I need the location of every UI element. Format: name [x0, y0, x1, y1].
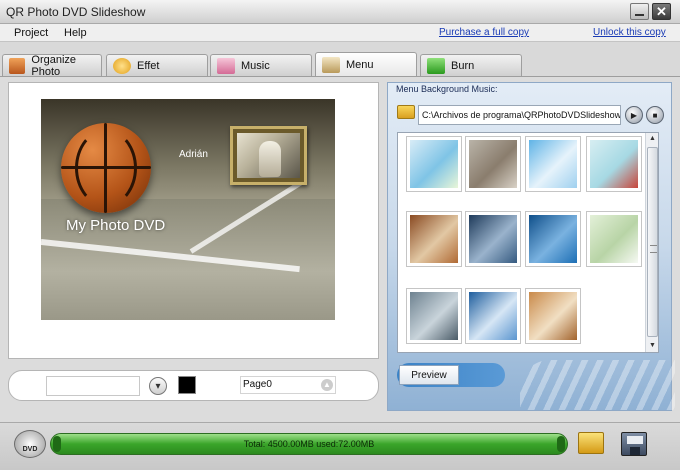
close-button[interactable]: ✕: [652, 3, 671, 20]
tab-music[interactable]: Music: [210, 54, 312, 76]
disc-usage-text: Total: 4500.00MB used:72.00MB: [243, 439, 375, 449]
scroll-down-icon[interactable]: ▼: [647, 340, 658, 352]
dvd-icon: DVD: [14, 430, 46, 458]
organize-photo-icon: [9, 57, 26, 74]
font-icon: ▾: [155, 380, 161, 392]
play-icon: ▶: [630, 110, 638, 120]
scroll-thumb[interactable]: [647, 147, 658, 337]
gallery-scrollbar[interactable]: ▲ ▼: [645, 133, 658, 352]
template-thumbnail[interactable]: [406, 136, 462, 192]
page-selector[interactable]: Page0 ▲: [240, 376, 336, 394]
tab-menu[interactable]: Menu: [315, 52, 417, 76]
spin-icon[interactable]: ▲: [321, 379, 333, 391]
unlock-link[interactable]: Unlock this copy: [593, 27, 666, 38]
tab-label: Organize Photo: [31, 53, 77, 78]
burn-disc-icon: [427, 57, 445, 74]
close-icon: ✕: [656, 4, 667, 19]
template-thumbnail[interactable]: [465, 136, 521, 192]
disc-usage-bar: Total: 4500.00MB used:72.00MB: [50, 433, 568, 455]
tab-strip: Organize Photo Effet Music Menu Burn: [0, 52, 680, 78]
tab-effect[interactable]: Effet: [106, 54, 208, 76]
music-note-icon: [217, 57, 235, 74]
template-thumbnail[interactable]: [586, 136, 642, 192]
font-button[interactable]: ▾: [149, 377, 167, 395]
scroll-up-icon[interactable]: ▲: [647, 133, 658, 145]
minimize-button[interactable]: [630, 3, 649, 20]
tab-label: Effet: [137, 59, 160, 72]
template-thumbnail[interactable]: [406, 211, 462, 267]
save-icon[interactable]: [621, 432, 647, 456]
tab-organize-photo[interactable]: Organize Photo: [2, 53, 102, 78]
stop-icon: ■: [652, 110, 658, 120]
film-strip-decoration: [520, 360, 675, 410]
preview-button[interactable]: Preview: [399, 365, 459, 385]
menu-preview[interactable]: Adrián My Photo DVD: [41, 99, 335, 320]
play-button[interactable]: ▶: [625, 106, 643, 124]
photo-frame[interactable]: [230, 126, 307, 185]
menu-bar: Project Help Purchase a full copy Unlock…: [0, 24, 680, 42]
template-thumbnail[interactable]: [406, 288, 462, 344]
photo-caption[interactable]: Adrián: [179, 149, 208, 160]
music-path-input[interactable]: C:\Archivos de programa\QRPhotoDVDSlides…: [418, 105, 621, 125]
tab-label: Burn: [451, 59, 475, 72]
tab-label: Music: [241, 59, 270, 72]
template-thumbnail[interactable]: [525, 288, 581, 344]
preview-button-frame: Preview: [397, 363, 505, 387]
page-value: Page0: [243, 379, 272, 390]
template-thumbnail[interactable]: [465, 211, 521, 267]
menu-icon: [322, 56, 340, 73]
menu-title-text[interactable]: My Photo DVD: [66, 217, 165, 234]
template-thumbnail[interactable]: [525, 136, 581, 192]
folder-icon[interactable]: [397, 105, 415, 119]
effect-icon: [113, 57, 131, 74]
stop-button[interactable]: ■: [646, 106, 664, 124]
tab-label: Menu: [346, 58, 374, 71]
minimize-icon: [635, 14, 644, 16]
purchase-link[interactable]: Purchase a full copy: [439, 27, 529, 38]
template-thumbnail[interactable]: [525, 211, 581, 267]
basketball-image: [61, 123, 151, 213]
template-thumbnail[interactable]: [586, 211, 642, 267]
title-bar: QR Photo DVD Slideshow ✕: [0, 0, 680, 24]
open-folder-icon[interactable]: [578, 432, 604, 454]
text-input[interactable]: [46, 376, 140, 396]
photo-thumbnail: [237, 133, 300, 178]
color-picker[interactable]: [178, 376, 196, 394]
menu-project[interactable]: Project: [14, 27, 48, 39]
background-music-label: Menu Background Music:: [396, 84, 498, 94]
menu-help[interactable]: Help: [64, 27, 87, 39]
tab-burn[interactable]: Burn: [420, 54, 522, 76]
template-gallery: [397, 132, 659, 353]
window-title: QR Photo DVD Slideshow: [6, 5, 146, 19]
template-thumbnail[interactable]: [465, 288, 521, 344]
